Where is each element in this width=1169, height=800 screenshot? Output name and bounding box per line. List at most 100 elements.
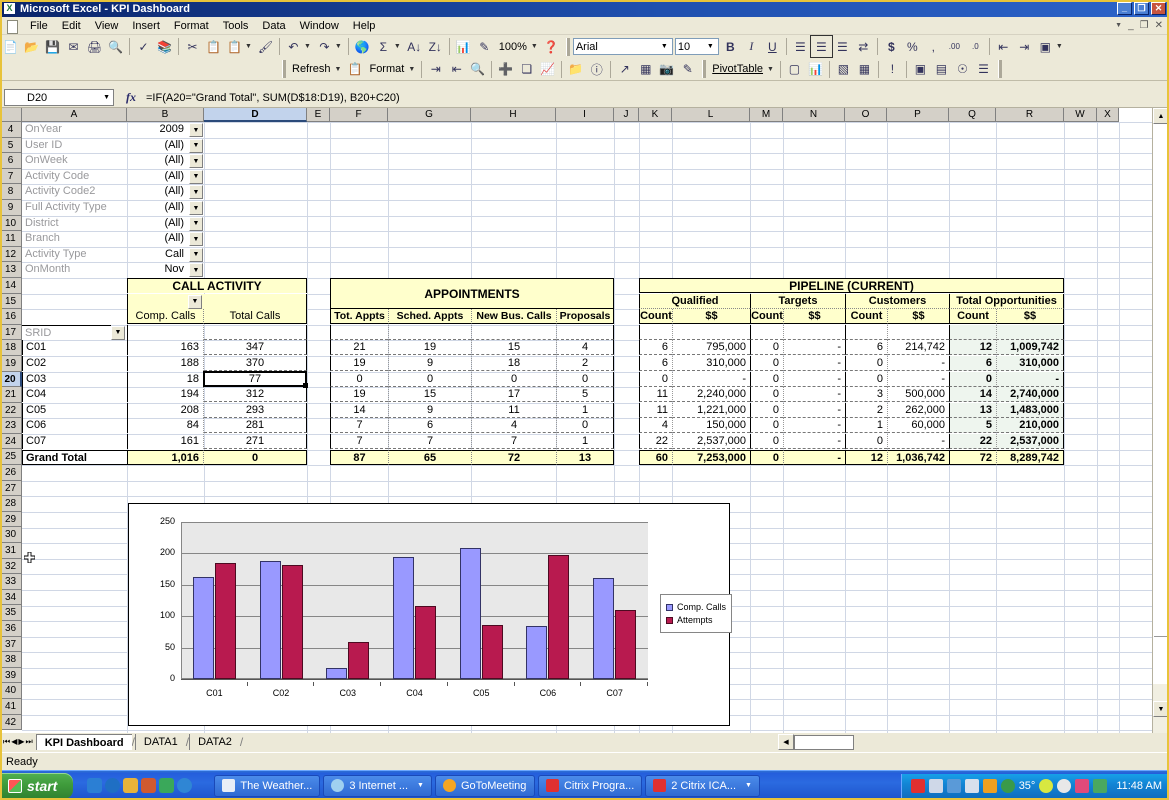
chart-bar-C02-comp-calls[interactable] bbox=[260, 561, 281, 679]
clock[interactable]: 11:48 AM bbox=[1111, 780, 1162, 792]
alert-icon[interactable]: ! bbox=[882, 59, 903, 80]
legend-item-attempts[interactable]: Attempts bbox=[666, 615, 726, 625]
pipeline-cell[interactable]: 6 bbox=[949, 356, 996, 371]
pipeline-cell[interactable]: 13 bbox=[949, 403, 996, 418]
restore-button[interactable]: ❐ bbox=[1134, 2, 1149, 15]
pivot-field-activity-code[interactable]: Activity Code bbox=[22, 169, 126, 184]
pipeline-cell[interactable]: - bbox=[783, 356, 845, 371]
pipeline-cell[interactable]: 1,483,000 bbox=[996, 403, 1064, 418]
autosum-dropdown-icon[interactable]: ▼ bbox=[394, 43, 404, 50]
close-button[interactable]: ✕ bbox=[1151, 2, 1166, 15]
refresh-button[interactable]: Refresh bbox=[288, 63, 335, 75]
pivot-filter-value-full-activity-type[interactable]: (All) bbox=[127, 200, 188, 215]
pipeline-cell[interactable]: - bbox=[887, 356, 949, 371]
dropdown-arrow-icon[interactable]: ▼ bbox=[189, 139, 203, 153]
row-header-11[interactable]: 11 bbox=[0, 231, 22, 247]
pivot-field-branch[interactable]: Branch bbox=[22, 231, 126, 246]
pipeline-cell[interactable]: - bbox=[996, 372, 1064, 387]
chart-bar-C04-attempts[interactable] bbox=[415, 606, 436, 679]
pipeline-cell[interactable]: 6 bbox=[639, 356, 672, 371]
chart-bar-C07-attempts[interactable] bbox=[615, 610, 636, 679]
pivot-field-user-id[interactable]: User ID bbox=[22, 138, 126, 153]
dropdown-arrow-icon[interactable]: ▼ bbox=[111, 326, 125, 340]
chart-bar-C04-comp-calls[interactable] bbox=[393, 557, 414, 679]
menu-format[interactable]: Format bbox=[167, 19, 216, 33]
show-field-icon[interactable]: ▦ bbox=[854, 59, 875, 80]
row-header-23[interactable]: 23 bbox=[0, 418, 22, 434]
autosum-icon[interactable]: Σ bbox=[373, 36, 394, 57]
add-field-icon[interactable]: ➕ bbox=[495, 59, 516, 80]
chart-bar-C05-attempts[interactable] bbox=[482, 625, 503, 679]
pivot-field-onmonth[interactable]: OnMonth bbox=[22, 262, 126, 277]
pivot-chart2-icon[interactable]: 📊 bbox=[805, 59, 826, 80]
dropdown-arrow-icon[interactable]: ▼ bbox=[189, 232, 203, 246]
chart-bar-C03-comp-calls[interactable] bbox=[326, 668, 347, 679]
pivot-filter-value-onyear[interactable]: 2009 bbox=[127, 122, 188, 137]
pivottable-menu[interactable]: PivotTable bbox=[708, 63, 767, 75]
appointments-cell[interactable]: 0 bbox=[556, 372, 614, 387]
column-header-K[interactable]: K bbox=[639, 108, 672, 122]
sheet-tab-data2[interactable]: DATA2 bbox=[189, 734, 240, 750]
camera-icon[interactable]: 📷 bbox=[656, 59, 677, 80]
open-icon[interactable]: 📂 bbox=[21, 36, 42, 57]
horizontal-scrollbar-track[interactable] bbox=[794, 735, 854, 750]
help-icon[interactable]: ❓ bbox=[541, 36, 562, 57]
srid-cell[interactable]: C05 bbox=[22, 403, 127, 418]
tray-citrix-icon[interactable] bbox=[911, 779, 925, 793]
srid-cell[interactable]: C02 bbox=[22, 356, 127, 371]
column-header-G[interactable]: G bbox=[388, 108, 471, 122]
tray-antivirus-icon[interactable] bbox=[1039, 779, 1053, 793]
pivot-field-onweek[interactable]: OnWeek bbox=[22, 153, 126, 168]
row-header-42[interactable]: 42 bbox=[0, 715, 22, 731]
cell-selection-d20[interactable] bbox=[203, 371, 307, 388]
include-hidden-icon[interactable]: ▤ bbox=[931, 59, 952, 80]
tray-temperature[interactable]: 35° bbox=[1019, 780, 1036, 792]
pipeline-cell[interactable]: 0 bbox=[845, 434, 887, 449]
chart-bar-C07-comp-calls[interactable] bbox=[593, 578, 614, 679]
print-preview-icon[interactable]: 🔍 bbox=[105, 36, 126, 57]
row-header-15[interactable]: 15 bbox=[0, 294, 22, 310]
total-calls-cell[interactable]: 370 bbox=[204, 356, 307, 371]
doc-close-button[interactable]: ✕ bbox=[1155, 20, 1163, 31]
sort-descending-icon[interactable]: Z↓ bbox=[425, 36, 446, 57]
row-header-41[interactable]: 41 bbox=[0, 699, 22, 715]
pipeline-cell[interactable]: - bbox=[783, 434, 845, 449]
pipeline-cell[interactable]: 262,000 bbox=[887, 403, 949, 418]
borders-icon[interactable]: ▣ bbox=[1035, 36, 1056, 57]
pipeline-cell[interactable]: 22 bbox=[949, 434, 996, 449]
sheet-area[interactable]: OnYear2009▼User ID(All)▼OnWeek(All)▼Acti… bbox=[22, 122, 1152, 733]
srid-cell[interactable]: C06 bbox=[22, 418, 127, 433]
pivot-field-full-activity-type[interactable]: Full Activity Type bbox=[22, 200, 126, 215]
row-header-9[interactable]: 9 bbox=[0, 200, 22, 216]
column-header-E[interactable]: E bbox=[307, 108, 330, 122]
appointments-cell[interactable]: 18 bbox=[471, 356, 556, 371]
chevron-down-icon[interactable]: ▼ bbox=[417, 782, 424, 789]
column-header-A[interactable]: A bbox=[22, 108, 127, 122]
appointments-cell[interactable]: 19 bbox=[388, 340, 471, 355]
pivot-filter-value-onweek[interactable]: (All) bbox=[127, 153, 188, 168]
srid-cell[interactable]: C04 bbox=[22, 387, 127, 402]
row-header-40[interactable]: 40 bbox=[0, 683, 22, 699]
chart-bar-C06-attempts[interactable] bbox=[548, 555, 569, 679]
column-header-Q[interactable]: Q bbox=[949, 108, 996, 122]
chevron-down-icon[interactable]: ▼ bbox=[103, 94, 113, 101]
comp-calls-cell[interactable]: 84 bbox=[127, 418, 204, 433]
format-button[interactable]: Format bbox=[365, 63, 408, 75]
pipeline-cell[interactable]: 4 bbox=[639, 418, 672, 433]
pivot-filter-value-district[interactable]: (All) bbox=[127, 216, 188, 231]
taskbar-item-internet[interactable]: 3 Internet ... ▼ bbox=[323, 775, 432, 797]
pivot-filter-value-user-id[interactable]: (All) bbox=[127, 138, 188, 153]
row-header-30[interactable]: 30 bbox=[0, 527, 22, 543]
doc-restore-button[interactable]: ❐ bbox=[1140, 20, 1149, 31]
pivot-toolbar-grip3[interactable] bbox=[998, 60, 1002, 78]
row-header-22[interactable]: 22 bbox=[0, 403, 22, 419]
scroll-left-button[interactable]: ◀ bbox=[778, 734, 794, 750]
taskbar-item-citrix-program[interactable]: Citrix Progra... bbox=[538, 775, 642, 797]
pipeline-cell[interactable]: 1,009,742 bbox=[996, 340, 1064, 355]
appointments-cell[interactable]: 6 bbox=[388, 418, 471, 433]
pipeline-cell[interactable]: 60,000 bbox=[887, 418, 949, 433]
copy-icon[interactable]: 📋 bbox=[203, 36, 224, 57]
pipeline-cell[interactable]: 2,537,000 bbox=[672, 434, 750, 449]
pivot-chart[interactable]: 050100150200250C01C02C03C04C05C06C07 Com… bbox=[128, 503, 730, 726]
row-header-12[interactable]: 12 bbox=[0, 247, 22, 263]
